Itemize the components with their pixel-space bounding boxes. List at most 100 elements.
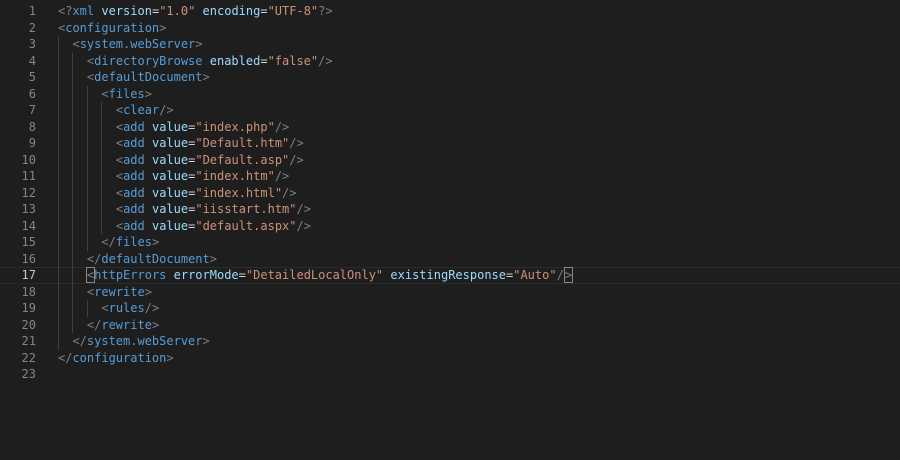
line-code: <defaultDocument> (87, 69, 210, 86)
code-line[interactable]: 6 <files> (0, 86, 900, 103)
code-line[interactable]: 7 <clear/> (0, 102, 900, 119)
token-tag: configuration (65, 20, 160, 35)
token-attr: value (151, 169, 189, 183)
token-punc: > (144, 86, 152, 101)
token-attr: value (151, 136, 189, 150)
token-tag: rewrite (94, 284, 145, 299)
token-tag: add (123, 152, 145, 167)
code-line[interactable]: 19 <rules/> (0, 300, 900, 317)
line-code: <clear/> (116, 102, 174, 119)
code-line[interactable]: 5 <defaultDocument> (0, 69, 900, 86)
token-punc: > (144, 284, 152, 299)
code-line[interactable]: 10 <add value="Default.asp"/> (0, 152, 900, 169)
token-tag: files (108, 86, 145, 101)
code-line[interactable]: 22 </configuration> (0, 350, 900, 367)
token-attr: existingResponse (390, 268, 506, 282)
line-code: <add value="Default.asp"/> (116, 152, 304, 169)
token-str: "DetailedLocalOnly" (245, 268, 384, 282)
token-punc: ?> (318, 4, 333, 18)
line-code: <add value="index.htm"/> (116, 168, 289, 185)
token-str: "Default.htm" (195, 136, 290, 150)
line-code: <configuration> (58, 20, 166, 37)
token-tag: add (123, 136, 145, 150)
code-line[interactable]: 16 </defaultDocument> (0, 251, 900, 268)
line-code: </system.webServer> (72, 333, 209, 350)
line-code: <?xml version="1.0" encoding="UTF-8"?> (58, 3, 333, 20)
line-code: <rewrite> (87, 284, 152, 301)
token-punc: /> (274, 169, 290, 183)
code-editor[interactable]: 1 <?xml version="1.0" encoding="UTF-8"?> 2… (0, 0, 900, 460)
token-punc: < (101, 86, 109, 101)
token-punc: </ (72, 334, 87, 348)
token-attr: enabled (209, 53, 261, 68)
code-line[interactable]: 14 <add value="default.aspx"/> (0, 218, 900, 235)
line-code: <directoryBrowse enabled="false"/> (87, 53, 333, 70)
token-punc: < (115, 136, 124, 150)
token-punc: /> (318, 53, 333, 68)
token-punc: > (209, 251, 217, 266)
line-code: <system.webServer> (72, 36, 202, 53)
line-code: <add value="default.aspx"/> (116, 218, 311, 235)
line-number: 3 (28, 37, 36, 51)
line-number: 17 (21, 268, 36, 282)
code-line[interactable]: 21 </system.webServer> (0, 333, 900, 350)
code-line[interactable]: 13 <add value="iisstart.htm"/> (0, 201, 900, 218)
code-line[interactable]: 17 <httpErrors errorMode="DetailedLocalOn… (0, 267, 900, 284)
token-punc: /> (289, 152, 304, 167)
code-line[interactable]: 11 <add value="index.htm"/> (0, 168, 900, 185)
code-line[interactable]: 15 </files> (0, 234, 900, 251)
token-attr: errorMode (173, 268, 239, 282)
line-number: 8 (28, 119, 36, 134)
token-punc: /> (296, 218, 311, 233)
code-line[interactable]: 12 <add value="index.html"/> (0, 185, 900, 202)
token-tag: rewrite (101, 317, 152, 332)
line-number: 19 (21, 301, 36, 315)
code-line[interactable]: 1 <?xml version="1.0" encoding="UTF-8"?> (0, 3, 900, 20)
token-tag: add (123, 119, 145, 134)
line-number: 10 (21, 152, 36, 167)
line-number: 14 (21, 218, 36, 233)
indent-guide (101, 102, 103, 234)
token-punc: /> (282, 185, 297, 200)
token-punc: < (115, 185, 124, 200)
token-tag: add (123, 169, 145, 183)
token-punc: < (115, 103, 124, 117)
code-line[interactable]: 2 <configuration> (0, 20, 900, 37)
token-text: = (238, 268, 246, 282)
token-text: = (260, 53, 268, 68)
token-tag: directoryBrowse (94, 53, 203, 68)
token-tag: defaultDocument (101, 251, 210, 266)
token-punc: </ (101, 235, 116, 249)
code-line[interactable]: 8 <add value="index.php"/> (0, 119, 900, 136)
token-str: "index.php" (195, 119, 275, 134)
token-punc: </ (86, 317, 102, 332)
indent-guide (86, 85, 88, 251)
code-line[interactable]: 9 <add value="Default.htm"/> (0, 135, 900, 152)
token-punc: > (151, 235, 160, 249)
code-line[interactable]: 23 (0, 366, 900, 383)
token-tag: system.webServer (86, 334, 203, 348)
token-str: "1.0" (159, 4, 196, 18)
code-line[interactable]: 18 <rewrite> (0, 284, 900, 301)
token-tag: add (123, 218, 145, 233)
token-punc: > (202, 70, 210, 84)
line-code: <add value="iisstart.htm"/> (116, 201, 311, 218)
code-line[interactable]: 20 </rewrite> (0, 317, 900, 334)
line-number: 5 (28, 70, 36, 84)
line-code: </files> (101, 234, 159, 251)
token-str: "index.html" (195, 185, 283, 200)
code-line[interactable]: 3 <system.webServer> (0, 36, 900, 53)
code-line[interactable]: 4 <directoryBrowse enabled="false"/> (0, 53, 900, 70)
token-punc: </ (86, 251, 102, 266)
token-str: "Auto" (513, 268, 557, 282)
line-number: 7 (28, 103, 36, 117)
line-number: 22 (21, 350, 36, 365)
token-punc: < (115, 119, 124, 134)
token-attr: value (151, 185, 189, 200)
